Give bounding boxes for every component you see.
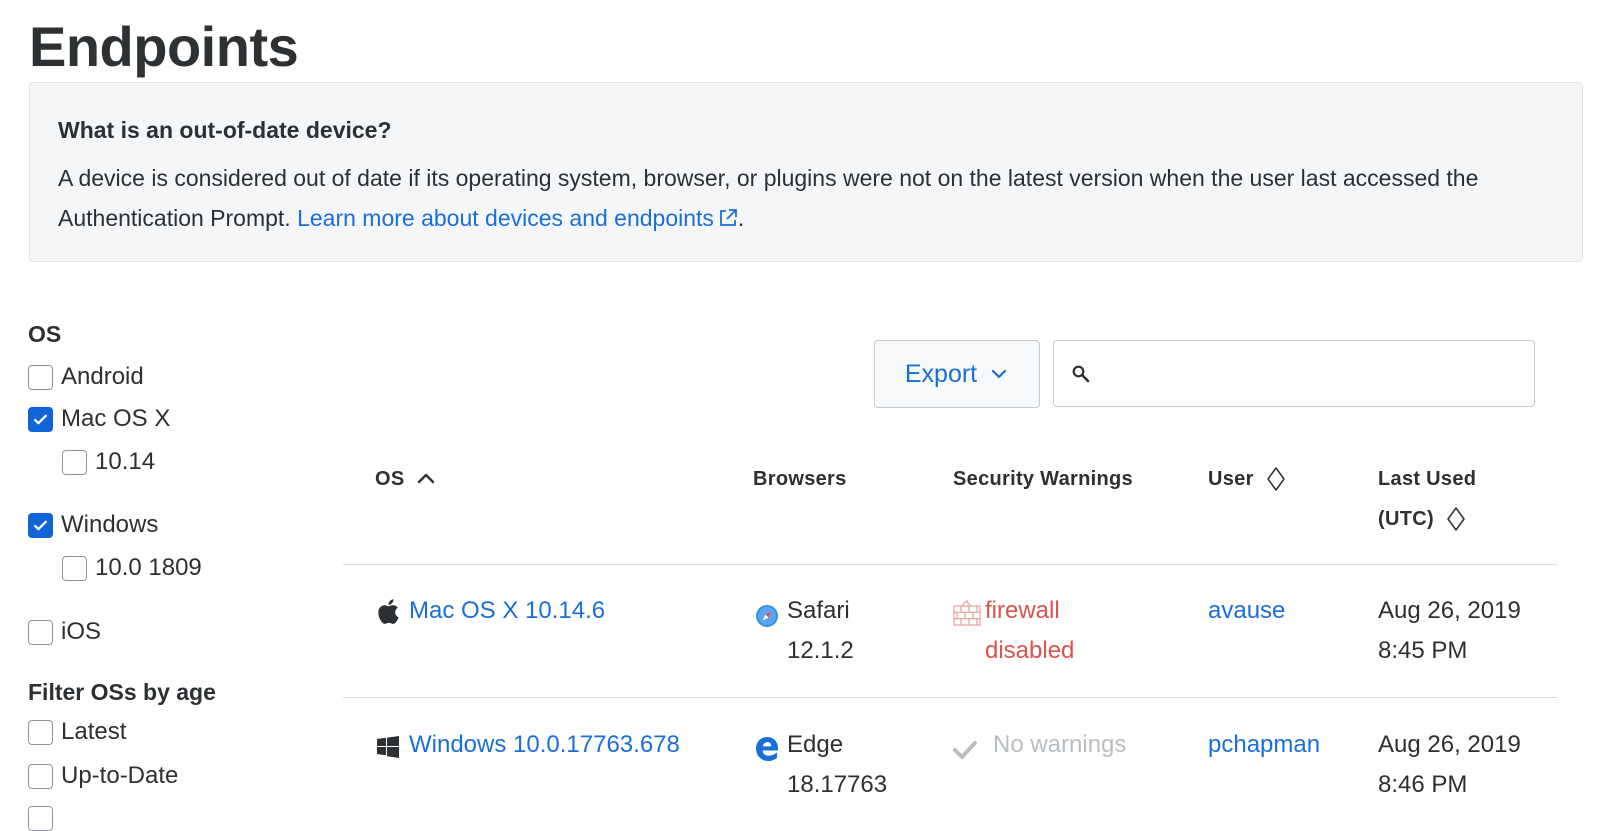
os-filter-heading: OS [28,321,62,347]
column-header-last-used[interactable]: Last Used (UTC) [1378,459,1476,539]
page-title: Endpoints [29,15,299,78]
chevron-down-icon [992,369,1007,379]
filter-label: Android [61,363,144,390]
windows-icon [377,731,399,771]
firewall-icon [953,599,981,671]
table-row-browser: Edge 18.17763 [755,725,887,805]
browser-name: Edge [787,731,844,758]
learn-more-link-label: Learn more about devices and endpoints [297,205,714,231]
filter-label: Mac OS X [61,405,171,432]
edge-icon [755,735,779,805]
last-used-date: Aug 26, 2019 [1378,597,1521,624]
filter-label: Up-to-Date [61,762,179,789]
browser-version: 18.17763 [787,771,888,798]
column-header-last-used-label: Last Used [1378,468,1477,490]
user-link[interactable]: avause [1208,591,1285,631]
column-header-user-label: User [1208,468,1254,490]
last-used-time: 8:45 PM [1378,637,1468,664]
checkbox[interactable] [28,619,53,645]
age-filter-heading: Filter OSs by age [28,679,216,705]
column-header-utc-label: (UTC) [1378,508,1434,530]
browser-version-text: Edge 18.17763 [787,725,887,805]
sort-icon [1266,467,1285,491]
filter-label: Latest [61,718,127,745]
search-input[interactable] [1100,359,1534,388]
last-used-date: Aug 26, 2019 [1378,731,1521,758]
table-row-security-warning: firewall disabled [953,591,1074,671]
filter-windows[interactable]: Windows [28,511,158,539]
column-header-os[interactable]: OS [375,459,437,499]
filter-label: Windows [61,511,159,538]
table-row-os: Mac OS X 10.14.6 [377,591,605,637]
table-row-os: Windows 10.0.17763.678 [377,725,680,771]
safari-icon [755,601,779,671]
filter-latest[interactable]: Latest [28,718,126,746]
search-icon [1072,365,1090,382]
column-header-last-used-utc: (UTC) [1378,499,1476,539]
checkbox[interactable] [62,449,87,475]
security-warning-text: firewall disabled [985,591,1074,671]
sort-icon [1447,507,1465,531]
table-row-last-used: Aug 26, 2019 8:46 PM [1378,725,1521,805]
column-header-browsers: Browsers [753,468,847,490]
checkbox-checked[interactable] [28,512,53,538]
column-header-security-warnings: Security Warnings [953,468,1133,490]
os-link[interactable]: Mac OS X 10.14.6 [409,591,605,631]
browser-version: 12.1.2 [787,637,854,664]
last-used-time: 8:46 PM [1378,771,1468,798]
os-link[interactable]: Windows 10.0.17763.678 [409,725,680,765]
column-header-user[interactable]: User [1208,459,1286,499]
export-button-label: Export [904,359,978,388]
filter-label: 10.14 [95,448,156,475]
learn-more-link[interactable]: Learn more about devices and endpoints [297,205,738,231]
checkbox-checked[interactable] [28,406,53,432]
checkbox[interactable] [28,364,53,390]
user-link[interactable]: pchapman [1208,725,1320,765]
browser-version-text: Safari 12.1.2 [787,591,854,671]
filter-ios[interactable]: iOS [28,618,101,646]
info-body: A device is considered out of date if it… [58,165,1479,231]
table-row-security-warning: No warnings [953,725,1126,773]
no-warnings-text: No warnings [993,731,1127,758]
browser-name: Safari [787,597,850,624]
checkmark-icon [953,733,977,773]
filter-up-to-date[interactable]: Up-to-Date [28,762,178,790]
checkmark-icon [34,414,47,424]
filter-windows-10-0-1809[interactable]: 10.0 1809 [62,554,202,582]
export-button[interactable]: Export [874,340,1040,408]
checkbox[interactable] [28,763,53,789]
table-row-last-used: Aug 26, 2019 8:45 PM [1378,591,1521,671]
info-period: . [737,205,745,231]
checkbox[interactable] [28,719,53,745]
info-heading: What is an out-of-date device? [58,117,392,143]
checkbox[interactable] [28,806,53,831]
column-header-os-label: OS [375,468,405,490]
info-text: A device is considered out of date if it… [58,158,1554,240]
row-divider [343,697,1557,698]
filter-label: iOS [61,618,102,645]
filter-mac-10-14[interactable]: 10.14 [62,448,155,476]
filter-label: 10.0 1809 [95,554,202,581]
filter-mac-os-x[interactable]: Mac OS X [28,405,170,433]
external-link-icon [718,200,738,240]
warning-line-2: disabled [985,637,1075,664]
info-callout: What is an out-of-date device? A device … [29,82,1583,262]
filter-android[interactable]: Android [28,363,144,391]
apple-icon [377,597,399,637]
checkmark-icon [34,520,47,530]
warning-line-1: firewall [985,597,1060,624]
checkbox[interactable] [62,555,87,581]
row-divider [343,564,1557,565]
filter-partial-row[interactable] [28,806,61,831]
search-field[interactable] [1053,340,1535,407]
table-row-browser: Safari 12.1.2 [755,591,854,671]
sort-ascending-icon [417,473,434,484]
